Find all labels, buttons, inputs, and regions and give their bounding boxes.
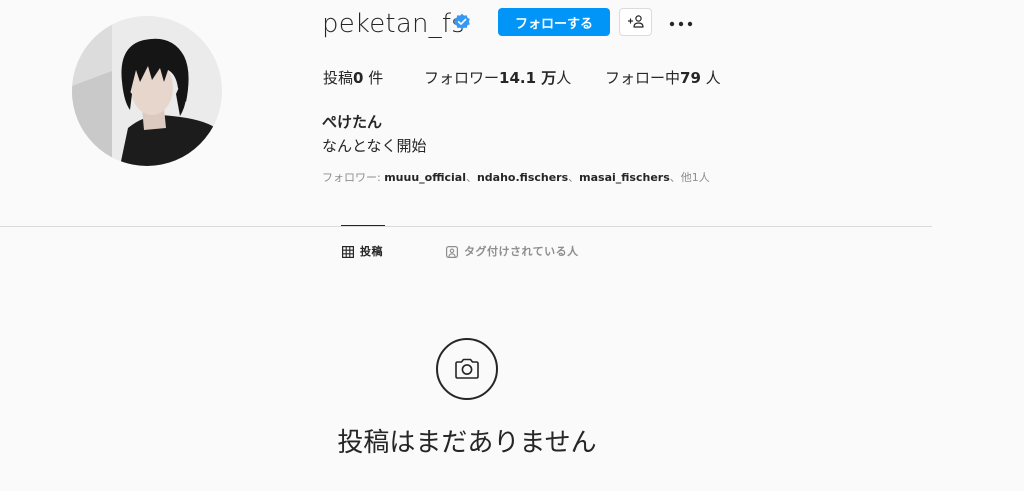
followed-by-prefix: フォロワー: xyxy=(322,171,385,184)
tagged-icon xyxy=(446,246,458,258)
camera-icon xyxy=(455,358,479,379)
tab-tagged[interactable]: タグ付けされている人 xyxy=(446,244,579,260)
follower-account[interactable]: ndaho.fischers xyxy=(477,171,568,184)
bio-text: なんとなく開始 xyxy=(322,137,427,155)
separator: 、 xyxy=(465,171,477,184)
tab-posts-label: 投稿 xyxy=(360,245,383,258)
active-tab-indicator xyxy=(341,225,385,226)
avatar[interactable] xyxy=(72,16,222,166)
add-person-icon xyxy=(627,14,645,31)
no-posts-message: 投稿はまだありません xyxy=(337,428,597,458)
following-unit: 人 xyxy=(700,69,721,87)
tab-posts[interactable]: 投稿 xyxy=(342,244,383,260)
follow-button[interactable]: フォローする xyxy=(498,8,610,36)
camera-circle xyxy=(436,338,498,400)
follower-account[interactable]: muuu_official xyxy=(384,171,466,184)
username: peketan_fs xyxy=(322,9,465,39)
posts-label: 投稿 xyxy=(323,69,354,87)
following-count-link[interactable]: フォロー中79 人 xyxy=(605,68,721,88)
posts-count: 投稿0 件 xyxy=(323,68,383,88)
grid-icon xyxy=(342,246,354,258)
tabs-divider xyxy=(0,226,932,227)
followers-label: フォロワー xyxy=(424,69,500,87)
profile-photo xyxy=(72,16,222,166)
more-options-button[interactable] xyxy=(666,11,696,33)
profile-page: peketan_fs フォローする 投稿0 件 フォロワー14.1 万人 フォロ… xyxy=(0,0,1024,491)
posts-value: 0 xyxy=(353,69,364,87)
separator: 、 xyxy=(568,171,580,184)
following-label: フォロー中 xyxy=(605,69,681,87)
follower-account[interactable]: masai_fischers xyxy=(579,171,670,184)
following-value: 79 xyxy=(680,69,701,87)
tab-tagged-label: タグ付けされている人 xyxy=(464,245,579,258)
posts-unit: 件 xyxy=(363,69,384,87)
followed-by-suffix: 、他1人 xyxy=(669,171,710,184)
more-options-icon xyxy=(669,15,693,30)
followers-value: 14.1 万 xyxy=(499,69,557,87)
full-name: ぺけたん xyxy=(322,113,383,131)
followers-unit: 人 xyxy=(556,69,572,87)
suggested-accounts-button[interactable] xyxy=(619,8,652,36)
followers-count-link[interactable]: フォロワー14.1 万人 xyxy=(424,68,571,88)
verified-badge-icon xyxy=(453,13,471,31)
followed-by-line[interactable]: フォロワー: muuu_official、ndaho.fischers、masa… xyxy=(322,170,710,186)
